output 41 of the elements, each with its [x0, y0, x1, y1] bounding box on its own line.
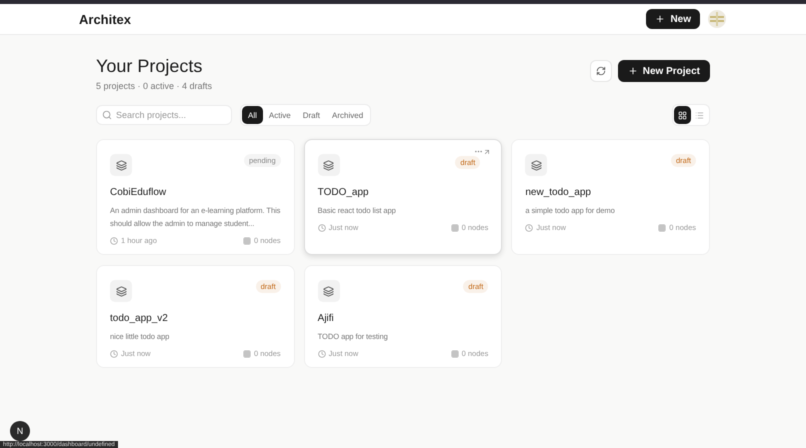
avatar-icon[interactable] [708, 10, 726, 28]
grid-icon [678, 110, 687, 120]
project-name: CobiEduflow [110, 187, 168, 198]
page-title: Your Projects [96, 56, 204, 77]
search-field[interactable]: Search projects... [96, 105, 232, 125]
layers-icon [525, 154, 548, 176]
refresh-icon [596, 66, 606, 76]
grid-icon [450, 224, 459, 232]
grid-icon [450, 350, 459, 358]
project-name: new_todo_app [525, 187, 592, 198]
project-name: todo_app_v2 [110, 313, 169, 324]
layers-icon [318, 154, 340, 176]
filter-tab[interactable]: All [242, 106, 263, 124]
layers-icon [318, 280, 340, 302]
clock-icon [525, 224, 534, 232]
grid-icon [242, 350, 251, 358]
clock-icon [110, 350, 118, 358]
filter-tab[interactable]: Active [262, 106, 297, 124]
refresh-button[interactable] [590, 60, 612, 82]
filter-tab[interactable]: Archived [326, 106, 370, 124]
new-button[interactable]: New [646, 9, 700, 29]
brand-name: Architex [79, 12, 132, 26]
grid-icon [242, 236, 251, 244]
grid-view-button[interactable] [674, 106, 691, 124]
plus-icon [628, 66, 638, 76]
layers-icon [110, 280, 132, 302]
search-icon [102, 110, 112, 120]
grid-icon [658, 224, 666, 232]
plus-icon [655, 14, 666, 24]
list-icon [695, 110, 704, 120]
layers-icon [110, 154, 132, 176]
new-project-button[interactable]: New Project [618, 60, 710, 82]
clock-icon [110, 236, 118, 244]
dev-badge[interactable]: N [10, 421, 30, 441]
project-name: TODO_app [318, 187, 370, 198]
arrow-icon[interactable] [483, 148, 492, 156]
project-summary: 5 projects · 0 active · 4 drafts [96, 81, 212, 91]
project-name: Ajifi [318, 313, 335, 324]
filter-tab[interactable]: Draft [296, 106, 326, 124]
clock-icon [318, 350, 326, 358]
clock-icon [318, 224, 326, 232]
